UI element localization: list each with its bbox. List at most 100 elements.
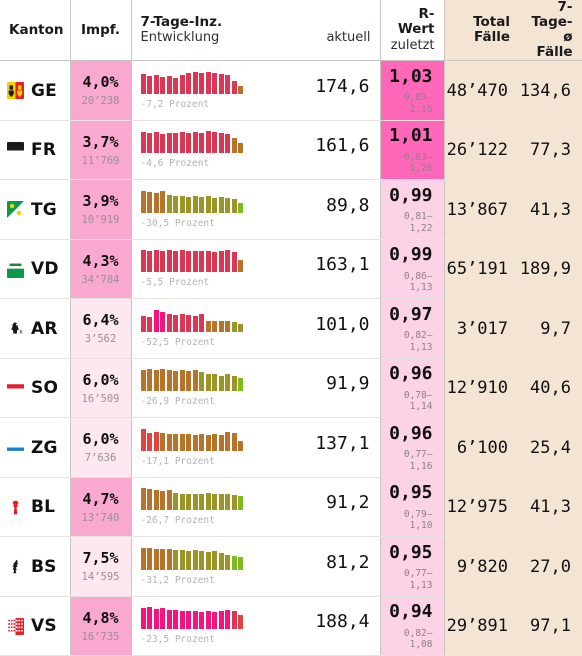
cell-inzidenz[interactable]: -26,9 Prozent 91,9 <box>130 358 381 419</box>
cell-kanton[interactable]: FR <box>0 120 71 181</box>
cell-impf[interactable]: 4,3% 34’784 <box>70 239 131 300</box>
cell-sieben-tage-faelle[interactable]: 41,3 <box>519 179 582 240</box>
flag-tg-icon <box>7 201 24 219</box>
spark-bar <box>205 195 211 213</box>
cell-impf[interactable]: 6,4% 3’562 <box>70 298 131 359</box>
table-row[interactable]: FR 3,7% 11’769 -4,6 Prozent 161,6 1,01 0,83–1,… <box>0 120 582 181</box>
cell-inzidenz[interactable]: -5,5 Prozent 163,1 <box>130 239 381 300</box>
cell-impf[interactable]: 3,7% 11’769 <box>70 120 131 181</box>
cell-impf[interactable]: 4,8% 16’735 <box>70 596 131 656</box>
cell-rwert[interactable]: 1,03 0,89–1,16 <box>380 60 444 121</box>
cell-inzidenz[interactable]: -26,7 Prozent 91,2 <box>130 477 381 538</box>
spark-bar <box>238 496 243 511</box>
cell-sieben-tage-faelle[interactable]: 25,4 <box>519 417 582 478</box>
cell-total-faelle[interactable]: 13’867 <box>443 179 519 240</box>
spark-bar <box>218 251 224 273</box>
cell-inzidenz[interactable]: -17,1 Prozent 137,1 <box>130 417 381 478</box>
spark-bar <box>192 434 198 451</box>
table-row[interactable]: BL 4,7% 13’740 -26,7 Prozent 91,2 0,95 0,79–1,… <box>0 477 582 538</box>
cell-total-faelle[interactable]: 65’191 <box>443 239 519 299</box>
cell-total-faelle[interactable]: 9’820 <box>443 536 519 597</box>
cell-impf[interactable]: 6,0% 16’509 <box>70 358 131 419</box>
header-kanton[interactable]: Kanton <box>0 0 70 62</box>
rwert-inner: 1,01 0,83–1,20 <box>381 125 444 175</box>
cell-total-faelle[interactable]: 12’975 <box>443 477 519 537</box>
rwert-confidence-interval: 0,83–1,20 <box>403 151 433 175</box>
cell-impf[interactable]: 4,0% 20’238 <box>70 60 131 121</box>
cell-rwert[interactable]: 0,97 0,82–1,13 <box>380 298 444 359</box>
cell-sieben-tage-faelle[interactable]: 134,6 <box>519 60 582 121</box>
spark-bar <box>140 370 146 392</box>
cell-kanton[interactable]: BS <box>0 536 71 597</box>
header-impf[interactable]: Impf. <box>69 0 131 62</box>
header-sieben-tage[interactable]: 7-Tage-ø Fälle <box>519 0 582 62</box>
spark-bar <box>205 611 211 630</box>
table-row[interactable]: R AR 6,4% 3’562 -52,5 Prozent 101,0 0,97 0,82–1… <box>0 298 582 359</box>
cell-kanton[interactable]: GE <box>0 60 71 121</box>
cell-impf[interactable]: 6,0% 7’636 <box>70 417 131 478</box>
cell-impf[interactable]: 4,7% 13’740 <box>70 477 131 538</box>
cell-rwert[interactable]: 1,01 0,83–1,20 <box>380 120 444 181</box>
cell-rwert[interactable]: 0,95 0,77–1,13 <box>380 536 444 597</box>
table-row[interactable]: GE 4,0% 20’238 -7,2 Prozent 174,6 1,03 0,89–1,… <box>0 60 582 121</box>
table-row[interactable]: TG 3,9% 10’919 -30,5 Prozent 89,8 0,99 0,81–1,… <box>0 179 582 240</box>
spark-bar <box>186 494 191 511</box>
cell-sieben-tage-faelle[interactable]: 9,7 <box>519 298 582 359</box>
table-row[interactable]: VD 4,3% 34’784 -5,5 Prozent 163,1 0,99 0,86–1,… <box>0 239 582 300</box>
cell-rwert[interactable]: 0,95 0,79–1,10 <box>380 477 444 538</box>
cell-inzidenz[interactable]: -23,5 Prozent 188,4 <box>130 596 381 656</box>
cell-kanton[interactable]: ZG <box>0 417 71 478</box>
table-row[interactable]: BS 7,5% 14’595 -31,2 Prozent 81,2 0,95 0,77–1,… <box>0 536 582 597</box>
cell-inzidenz[interactable]: -4,6 Prozent 161,6 <box>130 120 381 181</box>
cell-kanton[interactable]: TG <box>0 179 71 240</box>
cell-rwert[interactable]: 0,96 0,77–1,16 <box>380 417 444 478</box>
cell-sieben-tage-faelle[interactable]: 27,0 <box>519 536 582 597</box>
cell-inzidenz[interactable]: -7,2 Prozent 174,6 <box>130 60 381 121</box>
cell-total-faelle[interactable]: 3’017 <box>443 298 519 359</box>
spark-bar <box>199 494 204 511</box>
table-row[interactable]: SO 6,0% 16’509 -26,9 Prozent 91,9 0,96 0,78–1,… <box>0 358 582 419</box>
sparkline-change-label: -26,7 Prozent <box>140 515 215 527</box>
cell-rwert[interactable]: 0,94 0,82–1,08 <box>380 596 444 656</box>
cell-inzidenz[interactable]: -52,5 Prozent 101,0 <box>130 298 381 359</box>
table-row[interactable]: ZG 6,0% 7’636 -17,1 Prozent 137,1 0,96 0,77–1,… <box>0 417 582 478</box>
cell-sieben-tage-faelle[interactable]: 77,3 <box>519 120 582 180</box>
cell-sieben-tage-faelle[interactable]: 97,1 <box>519 596 582 656</box>
cell-inzidenz[interactable]: -31,2 Prozent 81,2 <box>130 536 381 597</box>
impf-inner: 3,7% 11’769 <box>71 133 131 168</box>
cell-sieben-tage-faelle[interactable]: 40,6 <box>519 358 582 418</box>
sparkline-bars <box>140 250 248 273</box>
cell-inzidenz[interactable]: -30,5 Prozent 89,8 <box>130 179 381 240</box>
cell-total-faelle[interactable]: 6’100 <box>443 417 519 478</box>
cell-kanton[interactable]: BL <box>0 477 71 538</box>
spark-bar <box>153 192 159 213</box>
header-inzidenz[interactable]: 7-Tage-Inz. Entwicklung aktuell <box>130 0 380 62</box>
cell-rwert[interactable]: 0,96 0,78–1,14 <box>380 358 444 419</box>
cell-impf[interactable]: 3,9% 10’919 <box>70 179 131 240</box>
cell-rwert[interactable]: 0,99 0,81–1,22 <box>380 179 444 240</box>
cell-impf[interactable]: 7,5% 14’595 <box>70 536 131 597</box>
cell-kanton[interactable]: VS <box>0 596 71 656</box>
cell-sieben-tage-faelle[interactable]: 41,3 <box>519 477 582 537</box>
header-total-faelle[interactable]: Total Fälle <box>443 0 519 62</box>
cell-rwert[interactable]: 0,99 0,86–1,13 <box>380 239 444 300</box>
impf-percentage: 3,9% <box>82 192 119 211</box>
sparkline-chart: -5,5 Prozent <box>140 250 248 288</box>
impf-inner: 4,8% 16’735 <box>71 609 131 644</box>
cell-sieben-tage-faelle[interactable]: 189,9 <box>519 239 582 299</box>
header-inzidenz-row: Entwicklung aktuell <box>141 30 371 46</box>
spark-bar <box>192 195 198 213</box>
cell-total-faelle[interactable]: 12’910 <box>443 358 519 418</box>
cell-kanton[interactable]: R AR <box>0 298 71 359</box>
table-row[interactable]: VS 4,8% 16’735 -23,5 Prozent 188,4 0,94 0,82–1… <box>0 596 582 656</box>
flag-ge-icon <box>7 82 24 100</box>
sparkline-change-label: -4,6 Prozent <box>140 158 210 170</box>
cell-total-faelle[interactable]: 26’122 <box>443 120 519 180</box>
header-rwert[interactable]: R-Wert zuletzt <box>379 0 444 62</box>
cell-kanton[interactable]: SO <box>0 358 71 419</box>
spark-bar <box>179 370 185 392</box>
cell-total-faelle[interactable]: 29’891 <box>443 596 519 656</box>
spark-bar <box>140 190 146 213</box>
cell-kanton[interactable]: VD <box>0 239 71 300</box>
cell-total-faelle[interactable]: 48’470 <box>443 60 519 121</box>
